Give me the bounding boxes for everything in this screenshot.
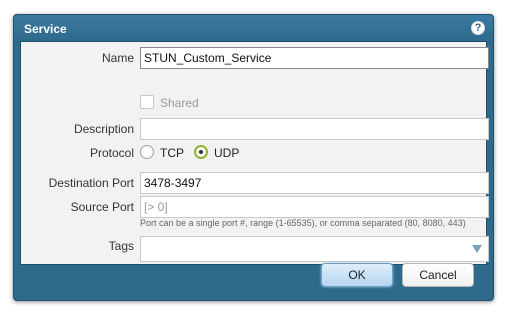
tags-input[interactable] (140, 236, 489, 262)
shared-checkbox[interactable] (140, 95, 154, 109)
dialog-title: Service (24, 22, 67, 36)
destination-port-input[interactable]: 3478-3497 (140, 172, 489, 194)
protocol-udp-radio[interactable] (194, 145, 208, 159)
help-icon[interactable]: ? (471, 21, 485, 35)
name-input[interactable]: STUN_Custom_Service (140, 47, 489, 69)
protocol-tcp-radio[interactable] (140, 145, 154, 159)
source-port-input[interactable]: [> 0] (140, 196, 489, 218)
ok-button[interactable]: OK (321, 263, 393, 287)
description-input[interactable] (140, 118, 489, 140)
protocol-label: Protocol (89, 146, 134, 160)
dialog-titlebar: Service ? (14, 15, 493, 41)
service-dialog: Service ? Name STUN_Custom_Service Share… (13, 14, 494, 301)
tags-label: Tags (108, 239, 134, 253)
dropdown-arrow-icon[interactable] (472, 245, 482, 253)
shared-label: Shared (160, 96, 199, 110)
cancel-button[interactable]: Cancel (402, 263, 474, 287)
description-label: Description (73, 122, 134, 136)
port-hint-text: Port can be a single port #, range (1-65… (140, 218, 466, 228)
protocol-tcp-label[interactable]: TCP (160, 146, 184, 160)
protocol-udp-label[interactable]: UDP (214, 146, 239, 160)
destination-port-label: Destination Port (48, 176, 134, 190)
form-panel: Name STUN_Custom_Service Shared Descript… (20, 41, 489, 265)
source-port-label: Source Port (70, 200, 134, 214)
name-label: Name (101, 51, 134, 65)
source-port-placeholder: [> 0] (144, 200, 168, 214)
